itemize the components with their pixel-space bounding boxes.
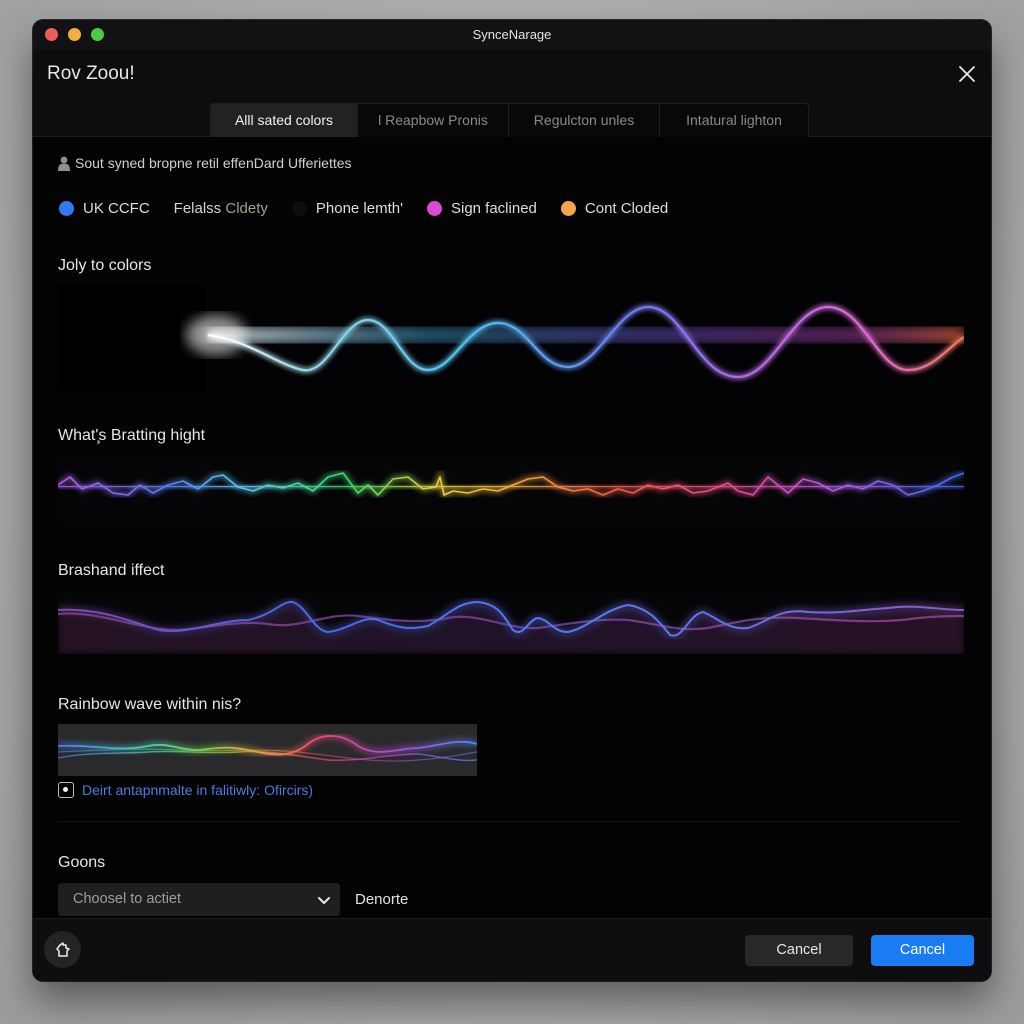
- tab-regulcton-unles[interactable]: Regulcton unles: [509, 104, 660, 137]
- tab-intatural-lighton[interactable]: Intatural lighton: [660, 104, 808, 137]
- reset-icon: [55, 941, 70, 957]
- legend-label-faded: Cldety: [225, 200, 268, 217]
- wave-preview-rainbow-jitter[interactable]: [58, 455, 964, 525]
- legend-item-cont-cloded[interactable]: Cont Cloded: [560, 200, 669, 217]
- tab-reapbow-pronis[interactable]: l Reapbow Pronis: [358, 104, 509, 137]
- hint-text: Deirt antapnmalte in falitiwly: Ofircirs…: [82, 782, 314, 798]
- legend-label: Felalss: [173, 200, 226, 217]
- legend: UK CCFC Felalss Cldety Phone lemth' Sign…: [59, 200, 692, 217]
- person-icon: [58, 156, 70, 171]
- app-window: SynceNarage Rov Zoou! Alll sated colors …: [33, 20, 991, 981]
- select-value: Choosel to actiet: [73, 891, 182, 907]
- reset-button[interactable]: [44, 931, 81, 968]
- hint-link[interactable]: Deirt antapnmalte in falitiwly: Ofircirs…: [58, 782, 313, 798]
- wave-line: [58, 468, 964, 499]
- denorte-label: Denorte: [355, 891, 409, 908]
- section-label-bratting-hight: What'̧s Bratting hight: [58, 427, 206, 444]
- legend-label: Cont Cloded: [584, 200, 669, 217]
- tabs: Alll sated colors l Reapbow Pronis Regul…: [210, 103, 809, 137]
- dialog-footer: Cancel Cancel: [33, 918, 991, 981]
- legend-label: Sign faclined: [450, 200, 537, 217]
- dialog-header: Rov Zoou!: [33, 50, 991, 102]
- legend-dot-orange: [560, 201, 576, 216]
- wave-preview-blue-violet[interactable]: [58, 590, 964, 654]
- legend-label: UK CCFC: [83, 200, 150, 217]
- cancel-button-secondary[interactable]: Cancel: [745, 935, 853, 966]
- wave-preview-rainbow-small[interactable]: [58, 724, 477, 776]
- legend-dot-blue: [59, 201, 74, 216]
- legend-item-felalss-cldety[interactable]: Felalss Cldety: [174, 200, 268, 217]
- divider: [58, 821, 963, 822]
- wave-preview-spectrum[interactable]: [58, 285, 964, 391]
- close-icon: [959, 66, 975, 82]
- info-icon: [58, 782, 74, 798]
- close-button[interactable]: [957, 64, 977, 84]
- goons-label: Goons: [58, 854, 106, 871]
- content-area: Sout syned bropne retil effenDard Ufferi…: [33, 137, 991, 919]
- section-label-rainbow-wave: Rainbow wave within nis?: [58, 696, 242, 713]
- info-line: Sout syned bropne retil effenDard Ufferi…: [57, 155, 352, 171]
- title-bar: SynceNarage: [33, 20, 991, 50]
- legend-item-phone-lemth[interactable]: Phone lemth': [291, 200, 403, 217]
- chevron-down-icon: [318, 897, 330, 904]
- legend-label: Phone lemth': [315, 200, 403, 217]
- tab-bar: Alll sated colors l Reapbow Pronis Regul…: [33, 102, 991, 137]
- info-text: Sout syned bropne retil effenDard Ufferi…: [75, 155, 352, 171]
- dialog-title: Rov Zoou!: [47, 63, 135, 84]
- legend-item-uk-ccfc[interactable]: UK CCFC: [59, 200, 150, 217]
- legend-dot-dark: [291, 201, 307, 216]
- window-title: SynceNarage: [472, 27, 552, 42]
- section-label-brashand-iffect: Brashand iffect: [58, 562, 165, 579]
- legend-dot-magenta: [426, 201, 442, 216]
- section-label-joly-to-colors: Joly to colors: [58, 257, 152, 274]
- cancel-button-primary[interactable]: Cancel: [871, 935, 974, 966]
- tab-all-sated-colors[interactable]: Alll sated colors: [211, 104, 358, 137]
- legend-item-sign-faclined[interactable]: Sign faclined: [426, 200, 537, 217]
- goons-select[interactable]: Choosel to actiet: [58, 883, 340, 916]
